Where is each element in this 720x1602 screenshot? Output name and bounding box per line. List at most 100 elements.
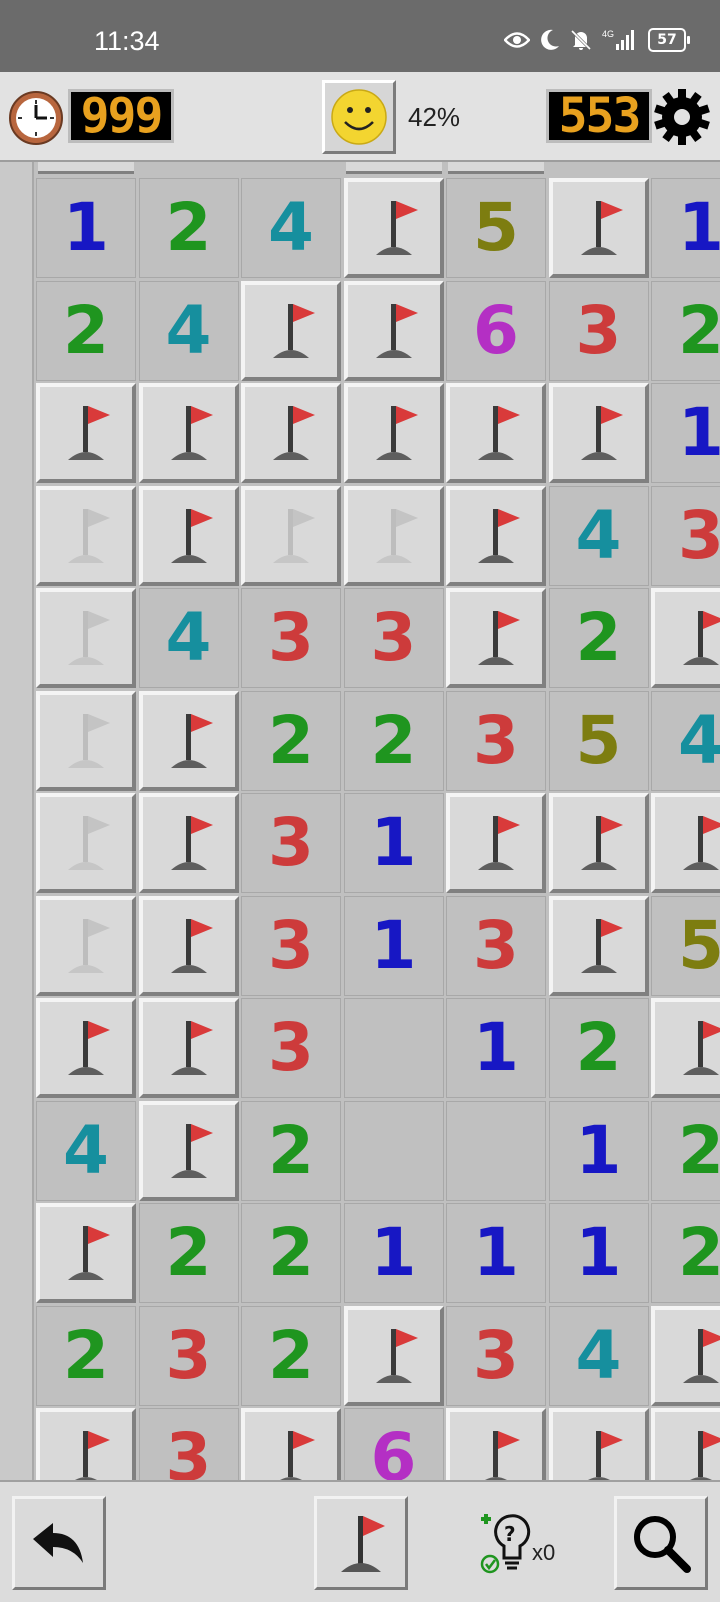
gear-icon[interactable] xyxy=(652,87,712,147)
number-cell[interactable]: 4 xyxy=(548,485,649,586)
number-cell[interactable]: 6 xyxy=(343,1408,444,1480)
number-cell[interactable]: 3 xyxy=(343,588,444,688)
number-cell[interactable]: 2 xyxy=(651,1203,720,1303)
number-cell[interactable]: 3 xyxy=(138,1408,239,1480)
flagged-cell[interactable] xyxy=(241,1408,341,1480)
faded-flag-cell[interactable] xyxy=(36,690,136,791)
flagged-cell[interactable] xyxy=(343,178,444,278)
flagged-cell[interactable] xyxy=(36,383,136,483)
flagged-cell[interactable] xyxy=(651,588,720,688)
faded-flag-cell[interactable] xyxy=(241,485,341,586)
flagged-cell[interactable] xyxy=(138,998,239,1098)
faded-flag-cell[interactable] xyxy=(36,793,136,893)
number-cell[interactable]: 3 xyxy=(651,485,720,586)
number-cell[interactable]: 2 xyxy=(548,588,649,688)
flagged-cell[interactable] xyxy=(241,280,341,381)
faded-flag-cell[interactable] xyxy=(36,485,136,586)
number-cell[interactable]: 3 xyxy=(446,690,546,791)
number-cell[interactable]: 6 xyxy=(446,280,546,381)
flagged-cell[interactable] xyxy=(138,895,239,996)
flagged-cell[interactable] xyxy=(36,1203,136,1303)
flagged-cell[interactable] xyxy=(548,793,649,893)
number-cell[interactable]: 1 xyxy=(343,793,444,893)
flagged-cell[interactable] xyxy=(548,895,649,996)
flagged-cell[interactable] xyxy=(446,1408,546,1480)
number-cell[interactable]: 3 xyxy=(241,588,341,688)
number-cell[interactable]: 1 xyxy=(446,998,546,1098)
flagged-cell[interactable] xyxy=(548,1408,649,1480)
flagged-cell[interactable] xyxy=(36,998,136,1098)
flagged-cell[interactable] xyxy=(651,998,720,1098)
flagged-cell[interactable] xyxy=(138,1100,239,1201)
undo-button[interactable] xyxy=(12,1496,106,1590)
number-cell[interactable]: 3 xyxy=(241,998,341,1098)
number-cell[interactable]: 1 xyxy=(651,178,720,278)
faded-flag-cell[interactable] xyxy=(343,485,444,586)
number-cell[interactable]: 4 xyxy=(548,1305,649,1406)
number-cell[interactable]: 2 xyxy=(138,178,239,278)
number-cell[interactable]: 2 xyxy=(138,1203,239,1303)
number-cell[interactable]: 1 xyxy=(548,1203,649,1303)
empty-cell[interactable] xyxy=(343,998,444,1098)
reset-smiley-button[interactable] xyxy=(322,80,396,154)
number-cell[interactable]: 4 xyxy=(138,280,239,381)
flagged-cell[interactable] xyxy=(138,485,239,586)
flagged-cell[interactable] xyxy=(651,793,720,893)
number-cell[interactable]: 5 xyxy=(446,178,546,278)
number-cell[interactable]: 5 xyxy=(548,690,649,791)
number-cell[interactable]: 1 xyxy=(548,1100,649,1201)
number-cell[interactable]: 1 xyxy=(343,1203,444,1303)
number-cell[interactable]: 2 xyxy=(651,280,720,381)
number-cell[interactable]: 1 xyxy=(36,178,136,278)
flagged-cell[interactable] xyxy=(138,690,239,791)
partial-cell[interactable] xyxy=(345,162,442,174)
flagged-cell[interactable] xyxy=(548,178,649,278)
flagged-cell[interactable] xyxy=(548,383,649,483)
flagged-cell[interactable] xyxy=(446,588,546,688)
number-cell[interactable]: 5 xyxy=(651,895,720,996)
flagged-cell[interactable] xyxy=(651,1408,720,1480)
game-board[interactable]: 1245124632143433222354313135312421222111… xyxy=(0,162,720,1480)
number-cell[interactable]: 2 xyxy=(651,1100,720,1201)
number-cell[interactable]: 4 xyxy=(36,1100,136,1201)
number-cell[interactable]: 3 xyxy=(241,793,341,893)
flagged-cell[interactable] xyxy=(446,485,546,586)
number-cell[interactable]: 2 xyxy=(241,1100,341,1201)
faded-flag-cell[interactable] xyxy=(36,588,136,688)
number-cell[interactable]: 3 xyxy=(548,280,649,381)
flagged-cell[interactable] xyxy=(343,280,444,381)
empty-cell[interactable] xyxy=(446,1100,546,1201)
flagged-cell[interactable] xyxy=(241,383,341,483)
number-cell[interactable]: 2 xyxy=(241,690,341,791)
number-cell[interactable]: 2 xyxy=(343,690,444,791)
number-cell[interactable]: 4 xyxy=(651,690,720,791)
search-button[interactable] xyxy=(614,1496,708,1590)
number-cell[interactable]: 1 xyxy=(651,383,720,483)
empty-cell[interactable] xyxy=(343,1100,444,1201)
number-cell[interactable]: 3 xyxy=(446,895,546,996)
number-cell[interactable]: 3 xyxy=(446,1305,546,1406)
number-cell[interactable]: 3 xyxy=(138,1305,239,1406)
number-cell[interactable]: 2 xyxy=(241,1203,341,1303)
number-cell[interactable]: 1 xyxy=(343,895,444,996)
number-cell[interactable]: 2 xyxy=(36,1305,136,1406)
number-cell[interactable]: 2 xyxy=(548,998,649,1098)
flagged-cell[interactable] xyxy=(36,1408,136,1480)
flagged-cell[interactable] xyxy=(138,793,239,893)
partial-cell[interactable] xyxy=(38,162,134,174)
flag-mode-button[interactable] xyxy=(314,1496,408,1590)
flagged-cell[interactable] xyxy=(446,793,546,893)
flagged-cell[interactable] xyxy=(343,1305,444,1406)
faded-flag-cell[interactable] xyxy=(36,895,136,996)
number-cell[interactable]: 2 xyxy=(36,280,136,381)
flagged-cell[interactable] xyxy=(446,383,546,483)
number-cell[interactable]: 2 xyxy=(241,1305,341,1406)
number-cell[interactable]: 4 xyxy=(241,178,341,278)
flagged-cell[interactable] xyxy=(343,383,444,483)
flagged-cell[interactable] xyxy=(651,1305,720,1406)
number-cell[interactable]: 1 xyxy=(446,1203,546,1303)
partial-cell[interactable] xyxy=(448,162,544,174)
number-cell[interactable]: 3 xyxy=(241,895,341,996)
number-cell[interactable]: 4 xyxy=(138,588,239,688)
flagged-cell[interactable] xyxy=(138,383,239,483)
